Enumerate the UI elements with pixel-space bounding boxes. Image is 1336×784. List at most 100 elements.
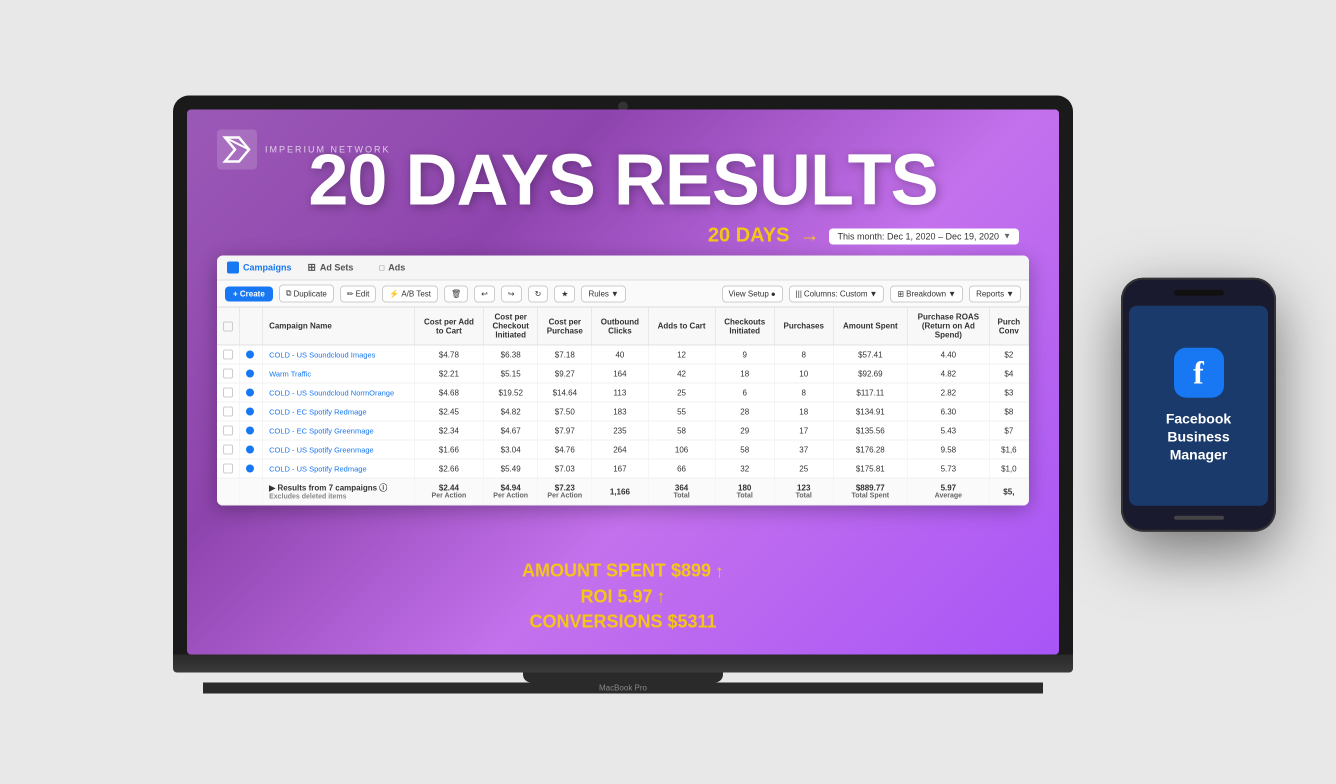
date-dropdown-icon[interactable]: ▼ [1003, 232, 1011, 241]
checkouts-cell: 6 [715, 383, 774, 402]
laptop-screen-outer: IMPERIUM NETWORK 20 DAYS RESULTS 20 DAYS… [173, 96, 1073, 655]
cost-add-cell: $2.21 [414, 364, 483, 383]
header-cost-checkout: Cost perCheckoutInitiated [484, 308, 538, 346]
cost-add-cell: $2.45 [414, 402, 483, 421]
refresh-button[interactable]: ↻ [528, 285, 549, 302]
campaign-status-dot [246, 465, 254, 473]
cost-checkout-cell: $3.04 [484, 440, 538, 459]
campaigns-tab[interactable]: Campaigns [227, 262, 292, 274]
campaign-name-text[interactable]: COLD - US Spotify Greenmage [269, 445, 374, 454]
row-checkbox[interactable] [223, 464, 233, 474]
campaign-name-text[interactable]: COLD - US Soundcloud Images [269, 350, 375, 359]
row-checkbox[interactable] [223, 369, 233, 379]
row-checkbox[interactable] [223, 407, 233, 417]
reports-button[interactable]: Reports ▼ [969, 285, 1021, 302]
table-row: COLD - US Soundcloud Images $4.78 $6.38 … [217, 345, 1029, 364]
conv-cell: $2 [989, 345, 1028, 364]
campaign-name-text[interactable]: COLD - US Soundcloud NormOrange [269, 388, 394, 397]
conversions-stat: CONVERSIONS $5311 [217, 609, 1029, 634]
checkouts-cell: 32 [715, 459, 774, 478]
cost-checkout-cell: $5.49 [484, 459, 538, 478]
outbound-cell: 235 [592, 421, 648, 440]
edit-button[interactable]: ✏ Edit [340, 285, 377, 302]
row-checkbox[interactable] [223, 350, 233, 360]
logo-area: IMPERIUM NETWORK [217, 130, 391, 170]
phone-app-name: Facebook Business Manager [1141, 409, 1256, 464]
ads-tab[interactable]: □ Ads [379, 263, 405, 273]
rules-button[interactable]: Rules ▼ [581, 285, 625, 302]
table-row: COLD - US Spotify Greenmage $1.66 $3.04 … [217, 440, 1029, 459]
conv-cell: $4 [989, 364, 1028, 383]
checkouts-cell: 29 [715, 421, 774, 440]
date-badge: This month: Dec 1, 2020 – Dec 19, 2020 ▼ [829, 228, 1019, 244]
fb-logo: f [1174, 347, 1224, 397]
row-checkbox[interactable] [223, 445, 233, 455]
row-checkbox[interactable] [223, 388, 233, 398]
days-label: 20 DAYS [708, 225, 790, 248]
campaign-name-text[interactable]: Warm Traffic [269, 369, 311, 378]
spent-cell: $175.81 [833, 459, 907, 478]
view-setup-button[interactable]: View Setup ● [722, 285, 783, 302]
header-roas: Purchase ROAS(Return on AdSpend) [907, 308, 989, 346]
header-outbound: OutboundClicks [592, 308, 648, 346]
spent-cell: $92.69 [833, 364, 907, 383]
laptop: IMPERIUM NETWORK 20 DAYS RESULTS 20 DAYS… [173, 96, 1073, 689]
table-row: COLD - US Soundcloud NormOrange $4.68 $1… [217, 383, 1029, 402]
amount-spent-stat: AMOUNT SPENT $899 ↑ [217, 559, 1029, 584]
campaign-name-text[interactable]: COLD - EC Spotify Greenmage [269, 426, 374, 435]
table-row: COLD - EC Spotify Redmage $2.45 $4.82 $7… [217, 402, 1029, 421]
campaign-name-text[interactable]: COLD - US Spotify Redmage [269, 464, 367, 473]
create-button[interactable]: + Create [225, 286, 273, 301]
table-row: COLD - EC Spotify Greenmage $2.34 $4.67 … [217, 421, 1029, 440]
cost-checkout-cell: $4.82 [484, 402, 538, 421]
cost-purchase-cell: $7.03 [538, 459, 592, 478]
cost-checkout-cell: $6.38 [484, 345, 538, 364]
redo-button[interactable]: ↪ [501, 285, 522, 302]
breakdown-button[interactable]: ⊞ Breakdown ▼ [890, 285, 963, 302]
ad-sets-tab[interactable]: ⊞ Ad Sets [308, 262, 354, 273]
campaign-status-dot [246, 370, 254, 378]
conv-cell: $3 [989, 383, 1028, 402]
header-cost-add: Cost per Addto Cart [414, 308, 483, 346]
header-campaign-name: Campaign Name [263, 308, 415, 346]
undo-button[interactable]: ↩ [474, 285, 495, 302]
delete-button[interactable]: 🗑 [444, 285, 468, 302]
roas-cell: 4.82 [907, 364, 989, 383]
columns-button[interactable]: ||| Columns: Custom ▼ [789, 285, 885, 302]
campaigns-tab-label: Campaigns [243, 263, 292, 273]
header-purchases: Purchases [774, 308, 833, 346]
duplicate-button[interactable]: ⧉ Duplicate [279, 285, 334, 303]
conv-cell: $1,6 [989, 440, 1028, 459]
cost-purchase-cell: $7.97 [538, 421, 592, 440]
spent-cell: $117.11 [833, 383, 907, 402]
campaign-status-dot [246, 446, 254, 454]
header-checkbox[interactable] [217, 308, 240, 346]
cost-purchase-cell: $14.64 [538, 383, 592, 402]
ab-test-button[interactable]: ⚡ A/B Test [382, 285, 438, 302]
toolbar-right: View Setup ● ||| Columns: Custom ▼ ⊞ Bre… [722, 285, 1022, 302]
spent-cell: $176.28 [833, 440, 907, 459]
fb-ads-table-container: Campaigns ⊞ Ad Sets □ Ads [217, 256, 1029, 506]
campaigns-table: Campaign Name Cost per Addto Cart Cost p… [217, 308, 1029, 506]
checkouts-cell: 28 [715, 402, 774, 421]
date-range-text: This month: Dec 1, 2020 – Dec 19, 2020 [837, 231, 999, 241]
duplicate-icon: ⧉ [286, 289, 292, 299]
amount-spent-label: AMOUNT SPENT $899 [522, 559, 711, 584]
header-cost-purchase: Cost perPurchase [538, 308, 592, 346]
logo-icon [217, 130, 257, 170]
campaign-status-dot [246, 427, 254, 435]
spent-cell: $57.41 [833, 345, 907, 364]
star-button[interactable]: ★ [554, 285, 575, 302]
header-spent: Amount Spent [833, 308, 907, 346]
header-checkouts: CheckoutsInitiated [715, 308, 774, 346]
table-header-row: Campaign Name Cost per Addto Cart Cost p… [217, 308, 1029, 346]
campaign-name-text[interactable]: COLD - EC Spotify Redmage [269, 407, 367, 416]
checkouts-cell: 18 [715, 364, 774, 383]
adds-cell: 42 [648, 364, 715, 383]
campaign-status-dot [246, 351, 254, 359]
row-checkbox[interactable] [223, 426, 233, 436]
laptop-foot: MacBook Pro [203, 683, 1043, 689]
checkouts-cell: 58 [715, 440, 774, 459]
header-purchaser: PurchConv [989, 308, 1028, 346]
roi-label: ROI 5.97 [580, 584, 652, 609]
